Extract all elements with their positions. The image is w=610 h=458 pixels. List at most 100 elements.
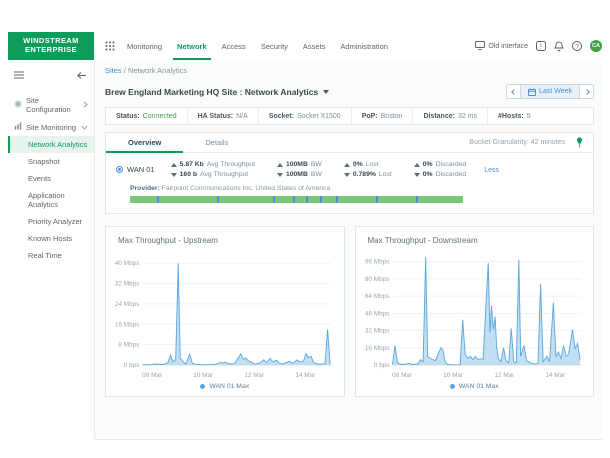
notifications-bell-icon[interactable] (554, 41, 564, 52)
svg-text:48 Mbps: 48 Mbps (364, 310, 389, 317)
chart-title-upstream: Max Throughput - Upstream (118, 236, 336, 245)
collapse-arrow-icon[interactable] (77, 66, 86, 84)
monitoring-chart-icon (14, 122, 22, 132)
help-icon[interactable]: ? (572, 41, 582, 51)
status-cell-ha: HA Status: N/A (188, 108, 259, 124)
old-interface-button[interactable]: Old interface (475, 41, 528, 52)
wan-radio-option[interactable]: WAN 01 (116, 165, 155, 174)
svg-text:08 Mar: 08 Mar (392, 372, 412, 379)
arrow-up-icon (277, 163, 283, 167)
logo-line2: ENTERPRISE (25, 46, 77, 55)
sidebar-item-real-time[interactable]: Real Time (8, 247, 94, 264)
svg-text:12 Mar: 12 Mar (494, 372, 514, 379)
arrow-up-icon (171, 163, 177, 167)
chart-plot-upstream[interactable]: 40 Mbps32 Mbps24 Mbps16 Mbps8 Mbps0 bps0… (114, 245, 336, 381)
nav-security[interactable]: Security (261, 32, 288, 60)
main-content: Sites / Network Analytics Brew England M… (95, 60, 602, 440)
range-prev-button[interactable] (507, 85, 520, 98)
status-value-connected: Connected (143, 113, 177, 120)
range-next-button[interactable] (580, 85, 593, 98)
sidebar-item-site-configuration[interactable]: Site Configuration (8, 92, 94, 118)
app-window: WINDSTREAM ENTERPRISE Monitoring Network… (8, 32, 602, 440)
nav-monitoring[interactable]: Monitoring (127, 32, 162, 60)
sidebar-label-site-configuration: Site Configuration (26, 96, 79, 114)
stat-lost: 0% Lost 0.789% Lost (344, 161, 392, 178)
range-selector-button[interactable]: Last Week (520, 85, 580, 98)
bucket-granularity-label: Bucket Granularity: 42 minutes (469, 139, 565, 146)
sidebar-item-site-monitoring[interactable]: Site Monitoring (8, 118, 94, 136)
sidebar-item-known-hosts[interactable]: Known Hosts (8, 230, 94, 247)
chart-legend-upstream[interactable]: WAN 01 Max (114, 383, 336, 390)
gear-icon (14, 100, 22, 110)
release-notes-icon[interactable]: ! (536, 41, 546, 51)
svg-text:0 bps: 0 bps (124, 362, 140, 369)
sidebar-item-priority-analyzer[interactable]: Priority Analyzer (8, 213, 94, 230)
nav-administration[interactable]: Administration (340, 32, 388, 60)
chart-plot-downstream[interactable]: 96 Mbps80 Mbps64 Mbps48 Mbps32 Mbps16 Mb… (364, 245, 586, 381)
svg-text:32 Mbps: 32 Mbps (364, 328, 389, 335)
breadcrumb-current: Network Analytics (128, 66, 187, 75)
svg-text:14 Mar: 14 Mar (545, 372, 565, 379)
tab-details[interactable]: Details (183, 133, 250, 152)
time-range-control: Last Week (506, 84, 594, 99)
arrow-down-icon (277, 173, 283, 177)
sidebar-label-site-monitoring: Site Monitoring (26, 123, 76, 132)
status-cell-pop: PoP: Boston (352, 108, 414, 124)
svg-text:12 Mar: 12 Mar (244, 372, 264, 379)
radio-icon (116, 166, 123, 173)
arrow-down-icon (344, 173, 350, 177)
breadcrumb: Sites / Network Analytics (105, 66, 594, 75)
svg-text:40 Mbps: 40 Mbps (115, 260, 140, 267)
less-link[interactable]: Less (484, 167, 499, 174)
user-avatar[interactable]: CA (590, 40, 602, 52)
stat-avg-throughput: 5.87 Kb Avg Throughput 160 b Avg Through… (171, 161, 255, 178)
sidebar-item-snapshot[interactable]: Snapshot (8, 153, 94, 170)
charts-row: Max Throughput - Upstream 40 Mbps 32 Mbps… (105, 226, 594, 397)
windstream-logo: WINDSTREAM ENTERPRISE (8, 32, 94, 60)
chart-card-downstream: Max Throughput - Downstream 96 Mbps 80 Mb… (355, 226, 595, 397)
availability-bar[interactable] (130, 196, 463, 203)
svg-text:32 Mbps: 32 Mbps (115, 281, 140, 288)
status-cell-distance: Distance: 32 ms (413, 108, 488, 124)
pin-icon[interactable] (575, 137, 584, 148)
calendar-icon (528, 88, 536, 96)
hamburger-menu-icon[interactable] (14, 66, 24, 84)
svg-text:96 Mbps: 96 Mbps (364, 259, 389, 266)
tab-overview[interactable]: Overview (106, 133, 183, 152)
wan-label: WAN 01 (127, 165, 155, 174)
chart-card-upstream: Max Throughput - Upstream 40 Mbps 32 Mbps… (105, 226, 345, 397)
arrow-up-icon (414, 163, 420, 167)
overview-panel: Overview Details Bucket Granularity: 42 … (105, 132, 594, 214)
old-interface-label: Old interface (488, 43, 528, 50)
chart-legend-downstream[interactable]: WAN 01 Max (364, 383, 586, 390)
apps-grid-icon[interactable] (105, 41, 115, 51)
legend-dot-icon (450, 384, 455, 389)
wan-stats-row: WAN 01 5.87 Kb Avg Throughput 160 b (106, 153, 593, 180)
svg-text:08 Mar: 08 Mar (142, 372, 162, 379)
topbar-right: Old interface ! ? CA (475, 40, 602, 52)
sidebar-item-events[interactable]: Events (8, 170, 94, 187)
nav-access[interactable]: Access (222, 32, 246, 60)
page-title: Brew England Marketing HQ Site : Network… (105, 87, 318, 97)
breadcrumb-sites-link[interactable]: Sites (105, 66, 122, 75)
title-caret-icon[interactable] (323, 90, 329, 94)
svg-text:!: ! (540, 44, 542, 51)
status-cell-socket: Socket: Socket X1500 (259, 108, 352, 124)
svg-text:0 bps: 0 bps (373, 362, 389, 369)
sidebar-item-application-analytics[interactable]: Application Analytics (8, 187, 94, 213)
monitor-icon (475, 41, 485, 52)
wan-stats: 5.87 Kb Avg Throughput 160 b Avg Through… (171, 161, 467, 178)
sidebar-item-network-analytics[interactable]: Network Analytics (8, 136, 94, 153)
svg-text:80 Mbps: 80 Mbps (364, 276, 389, 283)
top-navigation: Monitoring Network Access Security Asset… (127, 32, 388, 60)
breadcrumb-separator: / (124, 66, 126, 75)
svg-text:64 Mbps: 64 Mbps (364, 293, 389, 300)
sidebar: Site Configuration Site Monitoring Netwo… (8, 60, 95, 440)
nav-assets[interactable]: Assets (303, 32, 326, 60)
status-cell-status: Status: Connected (106, 108, 188, 124)
chevron-down-icon (81, 123, 88, 132)
nav-network[interactable]: Network (177, 32, 207, 60)
svg-text:?: ? (575, 43, 579, 50)
status-cell-hosts: #Hosts: 5 (488, 108, 541, 124)
chart-title-downstream: Max Throughput - Downstream (368, 236, 586, 245)
